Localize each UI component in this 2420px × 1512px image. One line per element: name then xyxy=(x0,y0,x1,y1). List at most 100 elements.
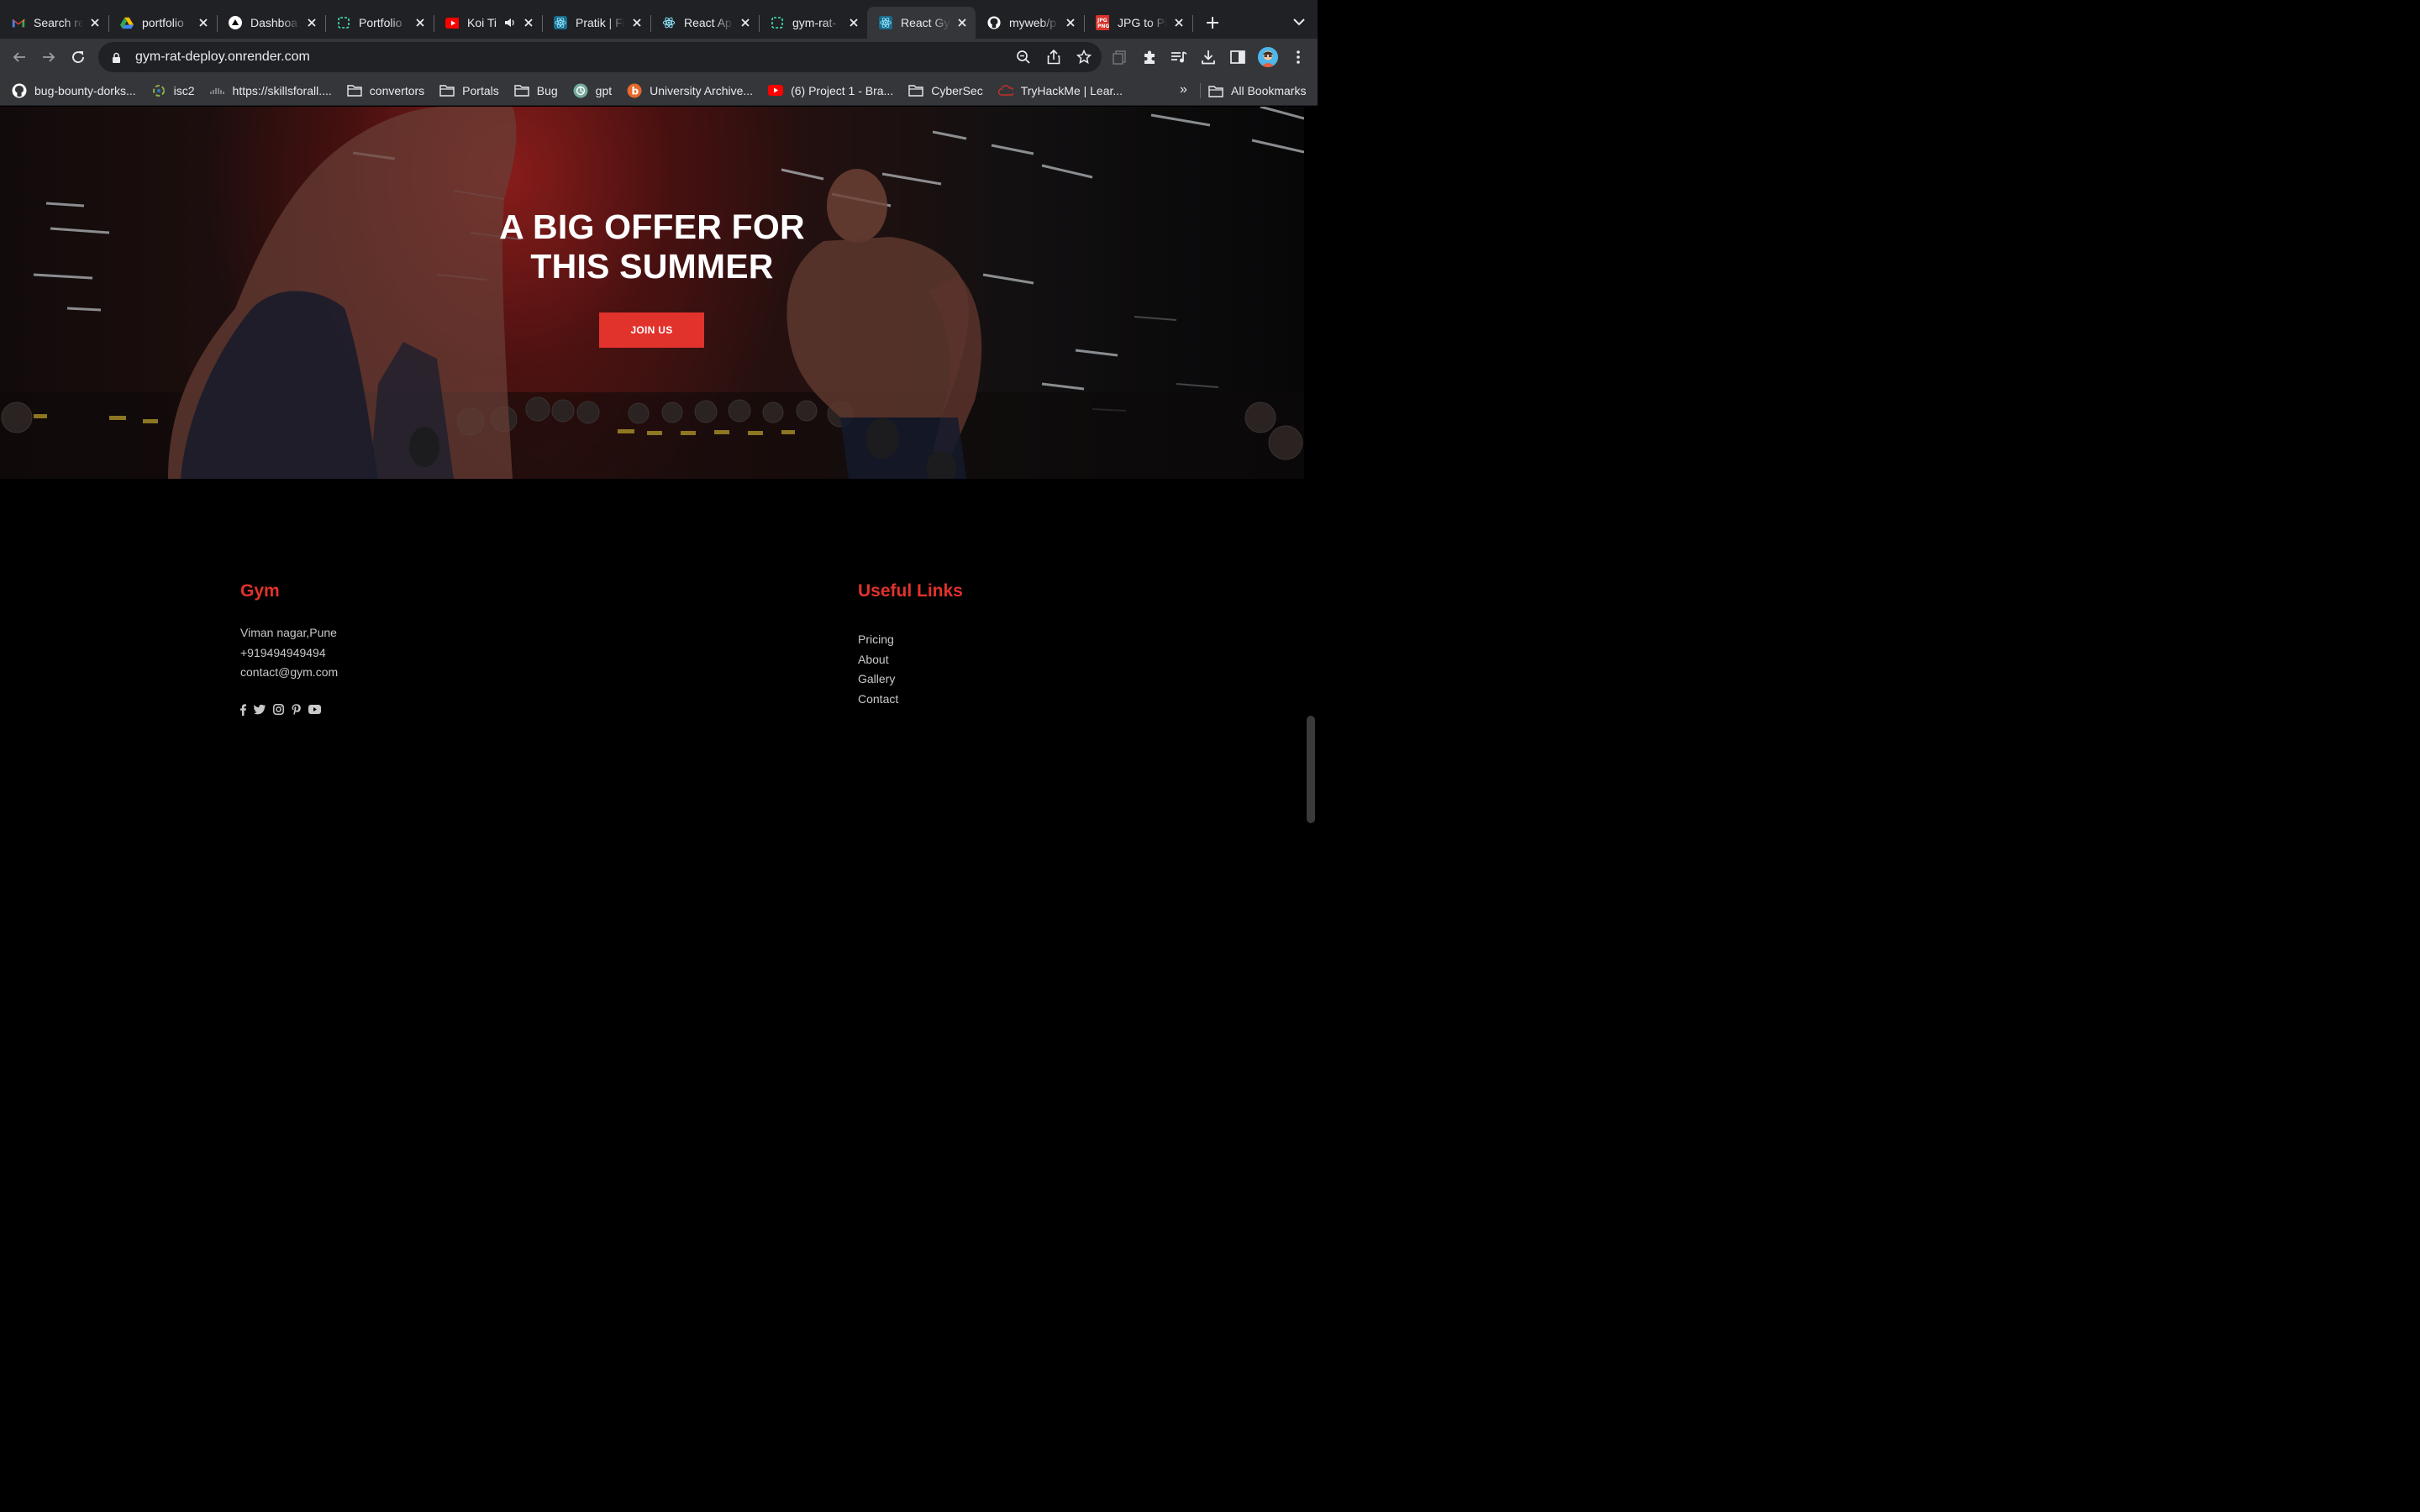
bookmark-university-archive[interactable]: b University Archive... xyxy=(627,83,753,98)
svg-text:JPG: JPG xyxy=(1097,18,1107,24)
browser-tab-strip: Search re portfolio Dashboa Portfolio Ko… xyxy=(0,0,1318,44)
media-controls-icon[interactable] xyxy=(1170,48,1188,66)
footer-phone: +919494949494 xyxy=(240,645,326,659)
page-viewport: A BIG OFFER FOR THIS SUMMER JOIN US Gym … xyxy=(0,107,1318,823)
page-scrollbar[interactable] xyxy=(1304,107,1318,823)
offer-title: A BIG OFFER FOR THIS SUMMER xyxy=(400,207,904,286)
bookmark-folder-portals[interactable]: Portals xyxy=(439,83,499,98)
render-icon xyxy=(337,16,350,29)
folder-icon xyxy=(347,83,362,98)
close-tab-icon[interactable] xyxy=(1064,16,1077,29)
footer-link-pricing[interactable]: Pricing xyxy=(858,630,963,650)
side-panel-icon[interactable] xyxy=(1228,48,1247,66)
all-bookmarks-button[interactable]: All Bookmarks xyxy=(1208,76,1306,106)
react-icon xyxy=(662,16,676,29)
youtube-icon[interactable] xyxy=(308,704,321,716)
tab-github[interactable]: myweb/p xyxy=(976,7,1085,39)
reload-button[interactable] xyxy=(64,43,92,71)
chatgpt-icon xyxy=(573,83,588,98)
close-tab-icon[interactable] xyxy=(305,16,318,29)
profile-avatar[interactable] xyxy=(1258,47,1278,67)
share-icon[interactable] xyxy=(1044,48,1063,66)
more-menu-icon[interactable] xyxy=(1289,48,1307,66)
tab-gmail[interactable]: Search re xyxy=(0,7,109,39)
react-icon xyxy=(554,16,567,29)
youtube-icon xyxy=(768,83,784,98)
close-tab-icon[interactable] xyxy=(630,16,644,29)
bookmark-label: Portals xyxy=(462,83,499,97)
bookmark-isc2[interactable]: isc2 xyxy=(151,83,195,98)
bookmark-star-icon[interactable] xyxy=(1075,48,1093,66)
offer-banner: A BIG OFFER FOR THIS SUMMER JOIN US xyxy=(0,107,1304,479)
bookmarks-overflow-button[interactable]: » xyxy=(1180,82,1187,97)
scrollbar-thumb[interactable] xyxy=(1307,716,1315,823)
forward-button[interactable] xyxy=(34,43,63,71)
close-tab-icon[interactable] xyxy=(197,16,210,29)
tab-react-gym[interactable]: React Gy xyxy=(867,7,976,39)
download-icon[interactable] xyxy=(1199,48,1218,66)
bookmark-folder-convertors[interactable]: convertors xyxy=(347,83,424,98)
footer-links-column: Useful Links Pricing About Gallery Conta… xyxy=(858,581,963,709)
bookmark-label: https://skillsforall.... xyxy=(232,83,332,97)
footer-link-about[interactable]: About xyxy=(858,650,963,670)
tab-gym-rat[interactable]: gym-rat- xyxy=(759,7,868,39)
social-links xyxy=(240,703,338,716)
tab-youtube[interactable]: Koi Ti xyxy=(434,7,543,39)
bookmark-gpt[interactable]: gpt xyxy=(573,83,612,98)
bookmark-label: CyberSec xyxy=(931,83,983,97)
useful-links-heading: Useful Links xyxy=(858,581,963,601)
tab-pratik[interactable]: Pratik | Fi xyxy=(542,7,651,39)
arrow-left-icon xyxy=(13,52,25,62)
bookmark-label: convertors xyxy=(369,83,425,97)
extensions-icon[interactable] xyxy=(1140,48,1159,66)
address-bar[interactable]: gym-rat-deploy.onrender.com xyxy=(98,42,1102,72)
tab-react-app[interactable]: React Ap xyxy=(650,7,760,39)
footer-address: Viman nagar,Pune xyxy=(240,626,337,639)
bookmark-skillsforall[interactable]: https://skillsforall.... xyxy=(209,83,332,98)
tab-portfolio[interactable]: Portfolio xyxy=(325,7,434,39)
pinterest-icon[interactable] xyxy=(292,703,301,716)
lock-icon[interactable] xyxy=(110,51,122,63)
close-tab-icon[interactable] xyxy=(1172,16,1186,29)
close-tab-icon[interactable] xyxy=(847,16,860,29)
isc2-icon xyxy=(151,83,166,98)
bookmark-folder-cybersec[interactable]: CyberSec xyxy=(908,83,983,98)
close-tab-icon[interactable] xyxy=(955,16,969,29)
twitter-icon[interactable] xyxy=(254,704,266,716)
footer-link-gallery[interactable]: Gallery xyxy=(858,669,963,690)
back-button[interactable] xyxy=(5,43,34,71)
zoom-icon[interactable] xyxy=(1014,48,1033,66)
chevron-down-icon xyxy=(1293,18,1305,25)
join-us-button[interactable]: JOIN US xyxy=(599,312,704,348)
svg-text:PNG: PNG xyxy=(1097,24,1109,29)
site-footer: Gym Viman nagar,Pune +919494949494 conta… xyxy=(0,479,1304,823)
bookmarks-divider xyxy=(1200,83,1201,98)
bookmark-folder-bug[interactable]: Bug xyxy=(514,83,558,98)
close-tab-icon[interactable] xyxy=(88,16,102,29)
footer-link-contact[interactable]: Contact xyxy=(858,690,963,710)
close-tab-icon[interactable] xyxy=(739,16,752,29)
audio-playing-icon[interactable] xyxy=(503,16,517,29)
github-icon xyxy=(987,16,1001,29)
tab-dashboard[interactable]: Dashboa xyxy=(217,7,326,39)
bookmark-label: University Archive... xyxy=(650,83,754,97)
tab-search-button[interactable] xyxy=(1291,13,1307,30)
facebook-icon[interactable] xyxy=(240,703,246,716)
bookmark-label: Bug xyxy=(536,83,558,97)
tab-google-drive[interactable]: portfolio xyxy=(108,7,218,39)
footer-email: contact@gym.com xyxy=(240,665,339,679)
close-tab-icon[interactable] xyxy=(522,16,535,29)
bookmark-tryhackme[interactable]: TryHackMe | Lear... xyxy=(997,83,1123,98)
bookmark-bug-bounty-dorks[interactable]: bug-bounty-dorks... xyxy=(12,83,136,98)
bookmark-project-youtube[interactable]: (6) Project 1 - Bra... xyxy=(768,83,893,98)
reading-list-icon[interactable] xyxy=(1111,48,1129,66)
instagram-icon[interactable] xyxy=(273,704,284,716)
new-tab-button[interactable] xyxy=(1196,7,1229,39)
url-text[interactable]: gym-rat-deploy.onrender.com xyxy=(135,50,310,65)
jpg-png-icon: JPG PNG xyxy=(1096,15,1109,30)
close-tab-icon[interactable] xyxy=(413,16,427,29)
footer-brand-heading: Gym xyxy=(240,581,280,601)
gmail-icon xyxy=(12,16,25,29)
footer-brand-column: Gym Viman nagar,Pune +919494949494 conta… xyxy=(240,581,338,716)
tab-jpg-to-png[interactable]: JPG PNG JPG to Pi xyxy=(1084,7,1193,39)
